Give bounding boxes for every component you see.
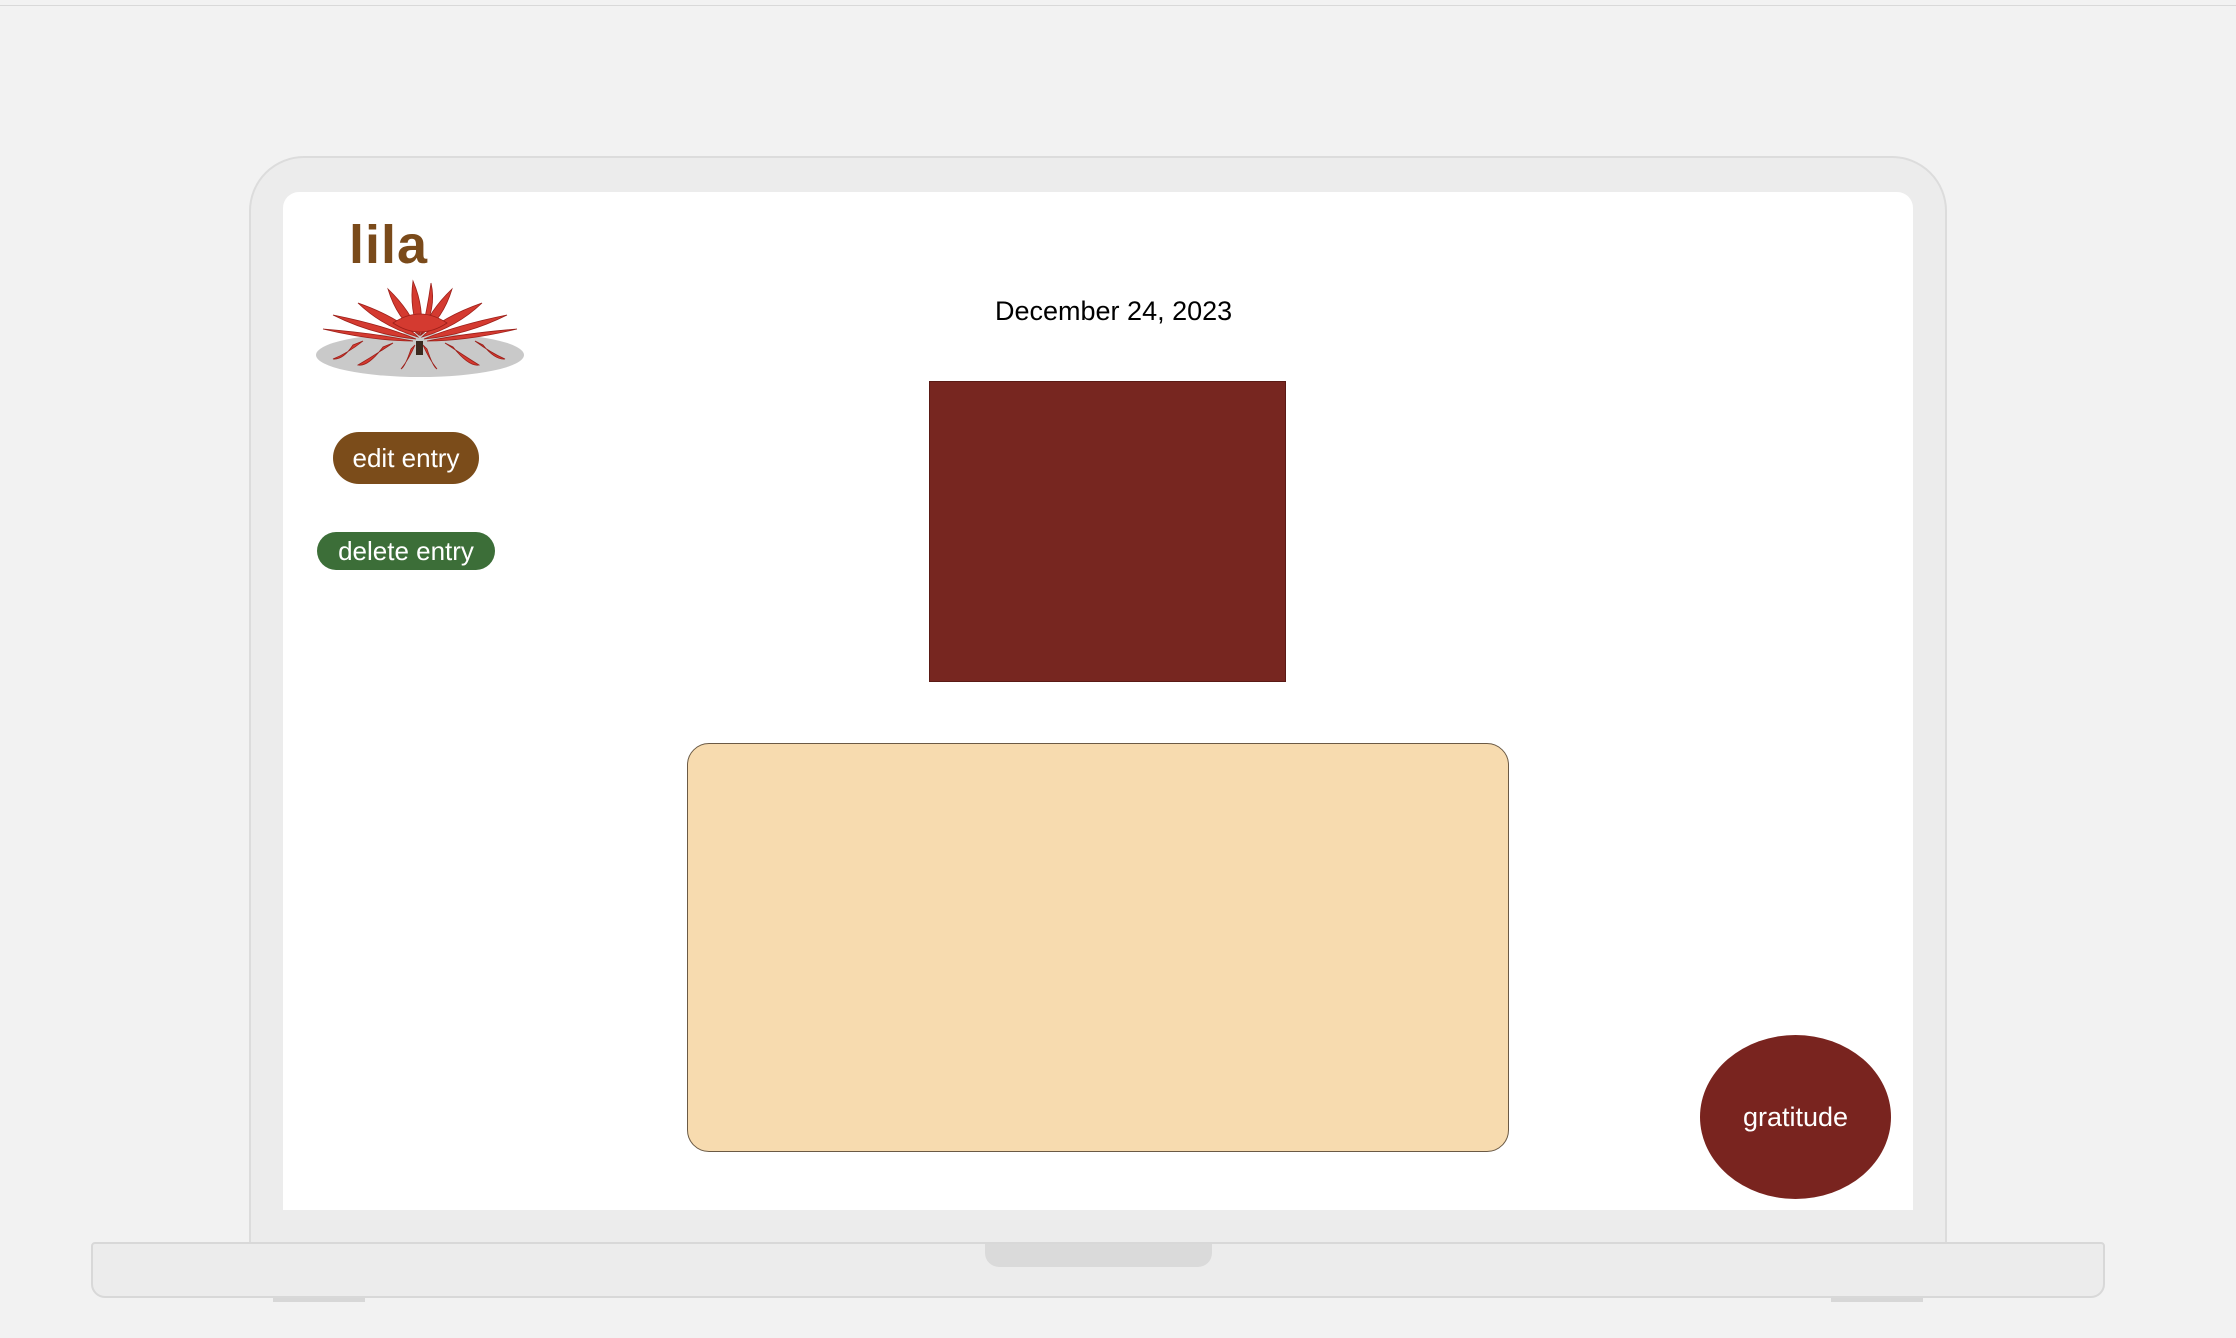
delete-entry-button[interactable]: delete entry [317, 532, 495, 570]
entry-date: December 24, 2023 [995, 296, 1233, 326]
laptop-foot-left [273, 1298, 365, 1302]
edit-entry-button[interactable]: edit entry [333, 432, 479, 484]
app-logo-text[interactable]: lila [349, 214, 428, 276]
entry-photo[interactable] [929, 381, 1286, 682]
laptop-notch [985, 1244, 1212, 1267]
lotus-flower-icon [316, 279, 524, 377]
laptop-foot-right [1831, 1298, 1923, 1302]
entry-text-area[interactable] [687, 743, 1509, 1152]
gratitude-button[interactable]: gratitude [1700, 1035, 1891, 1199]
top-divider [0, 5, 2236, 6]
